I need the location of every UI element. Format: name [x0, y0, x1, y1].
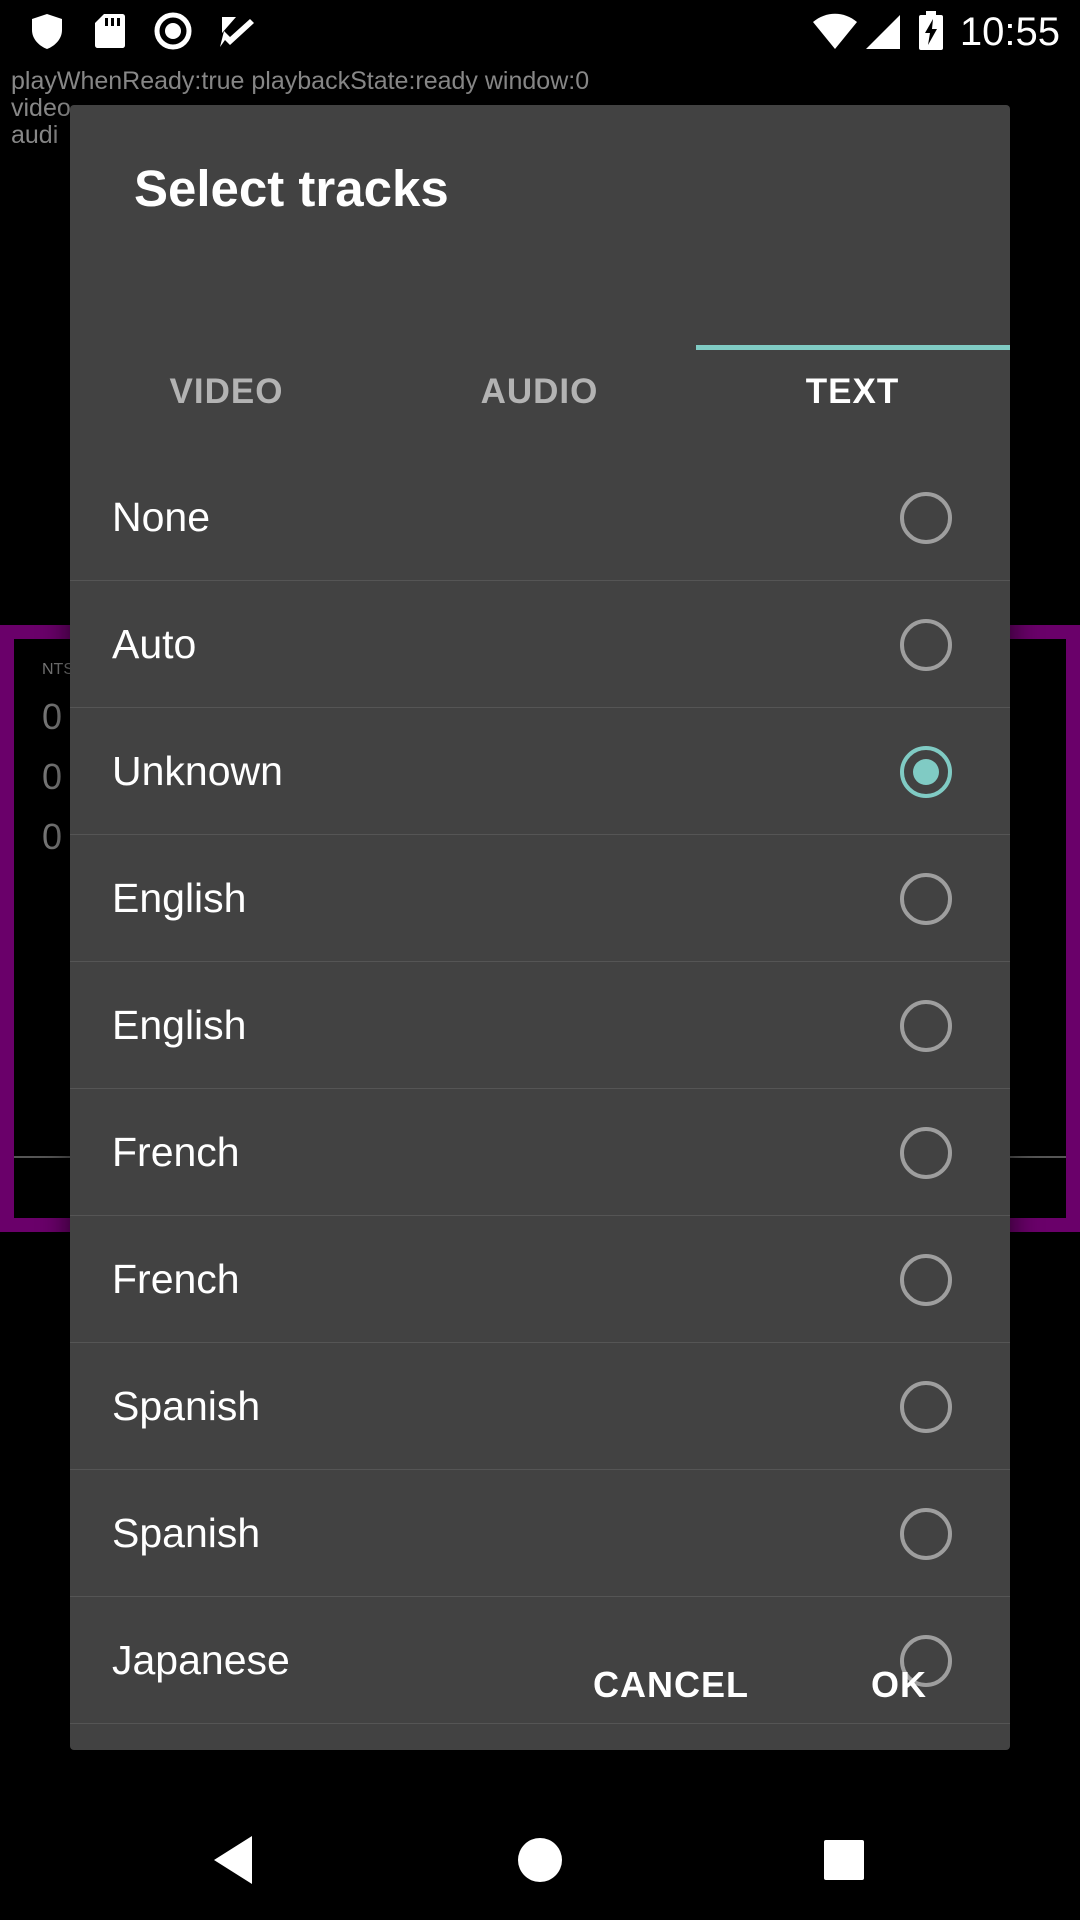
- track-item-spanish-2[interactable]: Spanish: [70, 1470, 1010, 1597]
- recents-icon[interactable]: [812, 1828, 876, 1892]
- wifi-icon: [813, 13, 857, 49]
- track-item-french-2[interactable]: French: [70, 1216, 1010, 1343]
- back-icon[interactable]: [204, 1828, 268, 1892]
- radio-button[interactable]: [900, 1000, 952, 1052]
- dialog-title: Select tracks: [134, 160, 449, 217]
- track-list: None Auto Unknown English English French: [70, 454, 1010, 1724]
- video-digit-row: 0: [42, 816, 63, 857]
- home-icon[interactable]: [508, 1828, 572, 1892]
- battery-charging-icon: [919, 11, 943, 50]
- radio-button[interactable]: [900, 1254, 952, 1306]
- check-notification-icon: [220, 17, 254, 47]
- track-item-spanish[interactable]: Spanish: [70, 1343, 1010, 1470]
- track-label: Spanish: [112, 1510, 261, 1556]
- track-label: French: [112, 1129, 240, 1175]
- track-label: English: [112, 1002, 247, 1048]
- radio-button[interactable]: [900, 873, 952, 925]
- video-overlay-digits: 0 0 0: [42, 687, 62, 867]
- track-label: French: [112, 1256, 240, 1302]
- video-digit-row: 0: [42, 756, 63, 797]
- status-bar: 10:55: [0, 0, 1080, 63]
- status-time: 10:55: [959, 10, 1060, 54]
- radio-button[interactable]: [900, 1127, 952, 1179]
- track-item-french[interactable]: French: [70, 1089, 1010, 1216]
- select-tracks-dialog: Select tracks VIDEO AUDIO TEXT None Auto…: [70, 105, 1010, 1750]
- radio-button[interactable]: [900, 619, 952, 671]
- track-label: Spanish: [112, 1383, 261, 1429]
- debug-line-1: playWhenReady:true playbackState:ready w…: [11, 68, 590, 95]
- track-label: None: [112, 494, 211, 540]
- track-item-english-2[interactable]: English: [70, 962, 1010, 1089]
- video-digit-row: 0: [42, 696, 63, 737]
- sd-card-icon: [95, 14, 125, 48]
- ok-button[interactable]: OK: [851, 1645, 947, 1725]
- dialog-actions: CANCEL OK: [70, 1645, 1010, 1725]
- signal-icon: [866, 15, 900, 49]
- radio-button[interactable]: [900, 1381, 952, 1433]
- track-item-auto[interactable]: Auto: [70, 581, 1010, 708]
- navigation-bar: [0, 1800, 1080, 1920]
- track-label: English: [112, 875, 247, 921]
- cancel-button[interactable]: CANCEL: [573, 1645, 769, 1725]
- track-item-unknown[interactable]: Unknown: [70, 708, 1010, 835]
- shield-icon: [32, 14, 62, 49]
- track-label: Unknown: [112, 748, 283, 794]
- tab-video[interactable]: VIDEO: [70, 330, 383, 454]
- track-item-none[interactable]: None: [70, 454, 1010, 581]
- tab-audio[interactable]: AUDIO: [383, 330, 696, 454]
- record-icon: [154, 12, 192, 50]
- radio-button[interactable]: [900, 492, 952, 544]
- track-item-english[interactable]: English: [70, 835, 1010, 962]
- tab-indicator: [696, 345, 1010, 350]
- track-label: Auto: [112, 621, 197, 667]
- radio-button-selected[interactable]: [900, 746, 952, 798]
- screen: 10:55 playWhenReady:true playbackState:r…: [0, 0, 1080, 1920]
- radio-button[interactable]: [900, 1508, 952, 1560]
